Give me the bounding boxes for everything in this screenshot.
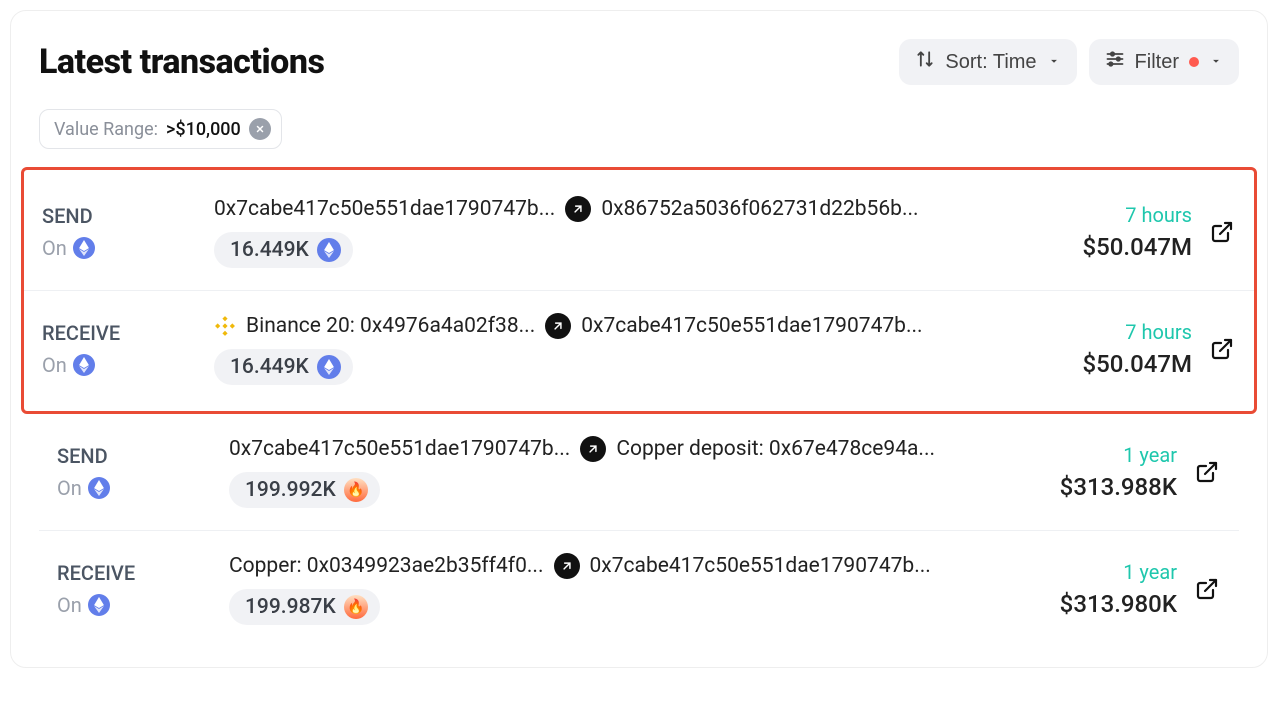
- highlighted-transactions: SEND On 0x7cabe417c50e551dae1790747b... …: [21, 167, 1257, 414]
- time-ago: 1 year: [1017, 560, 1177, 584]
- addresses-column: 0x7cabe417c50e551dae1790747b... 0x86752a…: [214, 196, 1020, 268]
- chain-label: On: [57, 476, 82, 500]
- chain-label: On: [42, 236, 67, 260]
- external-link-button[interactable]: [1204, 220, 1240, 244]
- ethereum-icon: [73, 237, 95, 259]
- from-address[interactable]: Copper: 0x0349923ae2b35ff4f0...: [229, 554, 544, 578]
- chain-indicator: On: [57, 476, 217, 500]
- external-link-button[interactable]: [1204, 337, 1240, 361]
- arrow-icon: [565, 196, 591, 222]
- chevron-down-icon: [1209, 51, 1223, 74]
- transaction-type: RECEIVE: [42, 321, 202, 345]
- from-address[interactable]: 0x7cabe417c50e551dae1790747b...: [229, 437, 570, 461]
- transaction-type-column: RECEIVE On: [42, 321, 202, 377]
- ethereum-icon: [88, 594, 110, 616]
- usd-value: $50.047M: [1032, 350, 1192, 378]
- amount-value: 16.449K: [230, 355, 309, 379]
- time-ago: 7 hours: [1032, 320, 1192, 344]
- value-range-filter-chip[interactable]: Value Range: >$10,000: [39, 109, 282, 149]
- sort-button-label: Sort: Time: [945, 51, 1036, 74]
- filter-active-indicator: [1189, 57, 1199, 67]
- from-address[interactable]: 0x7cabe417c50e551dae1790747b...: [214, 197, 555, 221]
- address-line: Binance 20: 0x4976a4a02f38... 0x7cabe417…: [214, 313, 1020, 339]
- chain-indicator: On: [42, 353, 202, 377]
- external-link-button[interactable]: [1189, 460, 1225, 484]
- to-address[interactable]: 0x86752a5036f062731d22b56b...: [601, 197, 918, 221]
- transaction-row: SEND On 0x7cabe417c50e551dae1790747b... …: [39, 414, 1239, 531]
- value-column: 7 hours $50.047M: [1032, 203, 1192, 261]
- transaction-type-column: SEND On: [57, 444, 217, 500]
- filter-chip-label: Value Range:: [54, 119, 158, 140]
- filter-button-label: Filter: [1135, 51, 1179, 74]
- eth-token-icon: [317, 355, 341, 379]
- value-column: 7 hours $50.047M: [1032, 320, 1192, 378]
- arrow-icon: [545, 313, 571, 339]
- arrow-icon: [580, 436, 606, 462]
- fire-token-icon: 🔥: [344, 595, 368, 619]
- chevron-down-icon: [1047, 51, 1061, 74]
- address-line: 0x7cabe417c50e551dae1790747b... Copper d…: [229, 436, 1005, 462]
- fire-token-icon: 🔥: [344, 478, 368, 502]
- amount-value: 199.992K: [245, 478, 336, 502]
- value-column: 1 year $313.988K: [1017, 443, 1177, 501]
- eth-token-icon: [317, 238, 341, 262]
- amount-pill: 199.992K 🔥: [229, 472, 380, 508]
- sort-button[interactable]: Sort: Time: [899, 39, 1076, 85]
- value-column: 1 year $313.980K: [1017, 560, 1177, 618]
- to-address[interactable]: 0x7cabe417c50e551dae1790747b...: [590, 554, 931, 578]
- sort-icon: [915, 49, 935, 75]
- filter-chip-value: >$10,000: [166, 119, 241, 140]
- chain-indicator: On: [57, 593, 217, 617]
- amount-pill: 16.449K: [214, 232, 353, 268]
- remove-filter-icon[interactable]: [249, 118, 271, 140]
- transaction-row: RECEIVE On Copper: 0x0349923ae2b35ff4f0.…: [39, 531, 1239, 647]
- usd-value: $313.988K: [1017, 473, 1177, 501]
- amount-value: 199.987K: [245, 595, 336, 619]
- transaction-type-column: RECEIVE On: [57, 561, 217, 617]
- time-ago: 1 year: [1017, 443, 1177, 467]
- chain-label: On: [57, 593, 82, 617]
- ethereum-icon: [73, 354, 95, 376]
- transaction-type: SEND: [57, 444, 217, 468]
- transaction-type-column: SEND On: [42, 204, 202, 260]
- transaction-row: SEND On 0x7cabe417c50e551dae1790747b... …: [24, 174, 1254, 291]
- binance-icon: [214, 315, 236, 337]
- amount-pill: 199.987K 🔥: [229, 589, 380, 625]
- filter-button[interactable]: Filter: [1089, 39, 1239, 85]
- page-title: Latest transactions: [39, 42, 324, 82]
- address-line: Copper: 0x0349923ae2b35ff4f0... 0x7cabe4…: [229, 553, 1005, 579]
- arrow-icon: [554, 553, 580, 579]
- to-address[interactable]: 0x7cabe417c50e551dae1790747b...: [581, 314, 922, 338]
- transaction-row: RECEIVE On Binance 20: 0x4976a4a02f38...: [24, 291, 1254, 407]
- address-line: 0x7cabe417c50e551dae1790747b... 0x86752a…: [214, 196, 1020, 222]
- header-row: Latest transactions Sort: Time: [39, 39, 1239, 85]
- transaction-type: SEND: [42, 204, 202, 228]
- usd-value: $313.980K: [1017, 590, 1177, 618]
- transactions-card: Latest transactions Sort: Time: [10, 10, 1268, 668]
- chain-label: On: [42, 353, 67, 377]
- chain-indicator: On: [42, 236, 202, 260]
- sliders-icon: [1105, 49, 1125, 75]
- ethereum-icon: [88, 477, 110, 499]
- usd-value: $50.047M: [1032, 233, 1192, 261]
- active-filters-row: Value Range: >$10,000: [39, 109, 1239, 149]
- from-address[interactable]: Binance 20: 0x4976a4a02f38...: [246, 314, 535, 338]
- addresses-column: Binance 20: 0x4976a4a02f38... 0x7cabe417…: [214, 313, 1020, 385]
- external-link-button[interactable]: [1189, 577, 1225, 601]
- amount-value: 16.449K: [230, 238, 309, 262]
- header-actions: Sort: Time Filter: [899, 39, 1239, 85]
- to-address[interactable]: Copper deposit: 0x67e478ce94a...: [616, 437, 935, 461]
- transaction-type: RECEIVE: [57, 561, 217, 585]
- addresses-column: 0x7cabe417c50e551dae1790747b... Copper d…: [229, 436, 1005, 508]
- amount-pill: 16.449K: [214, 349, 353, 385]
- time-ago: 7 hours: [1032, 203, 1192, 227]
- addresses-column: Copper: 0x0349923ae2b35ff4f0... 0x7cabe4…: [229, 553, 1005, 625]
